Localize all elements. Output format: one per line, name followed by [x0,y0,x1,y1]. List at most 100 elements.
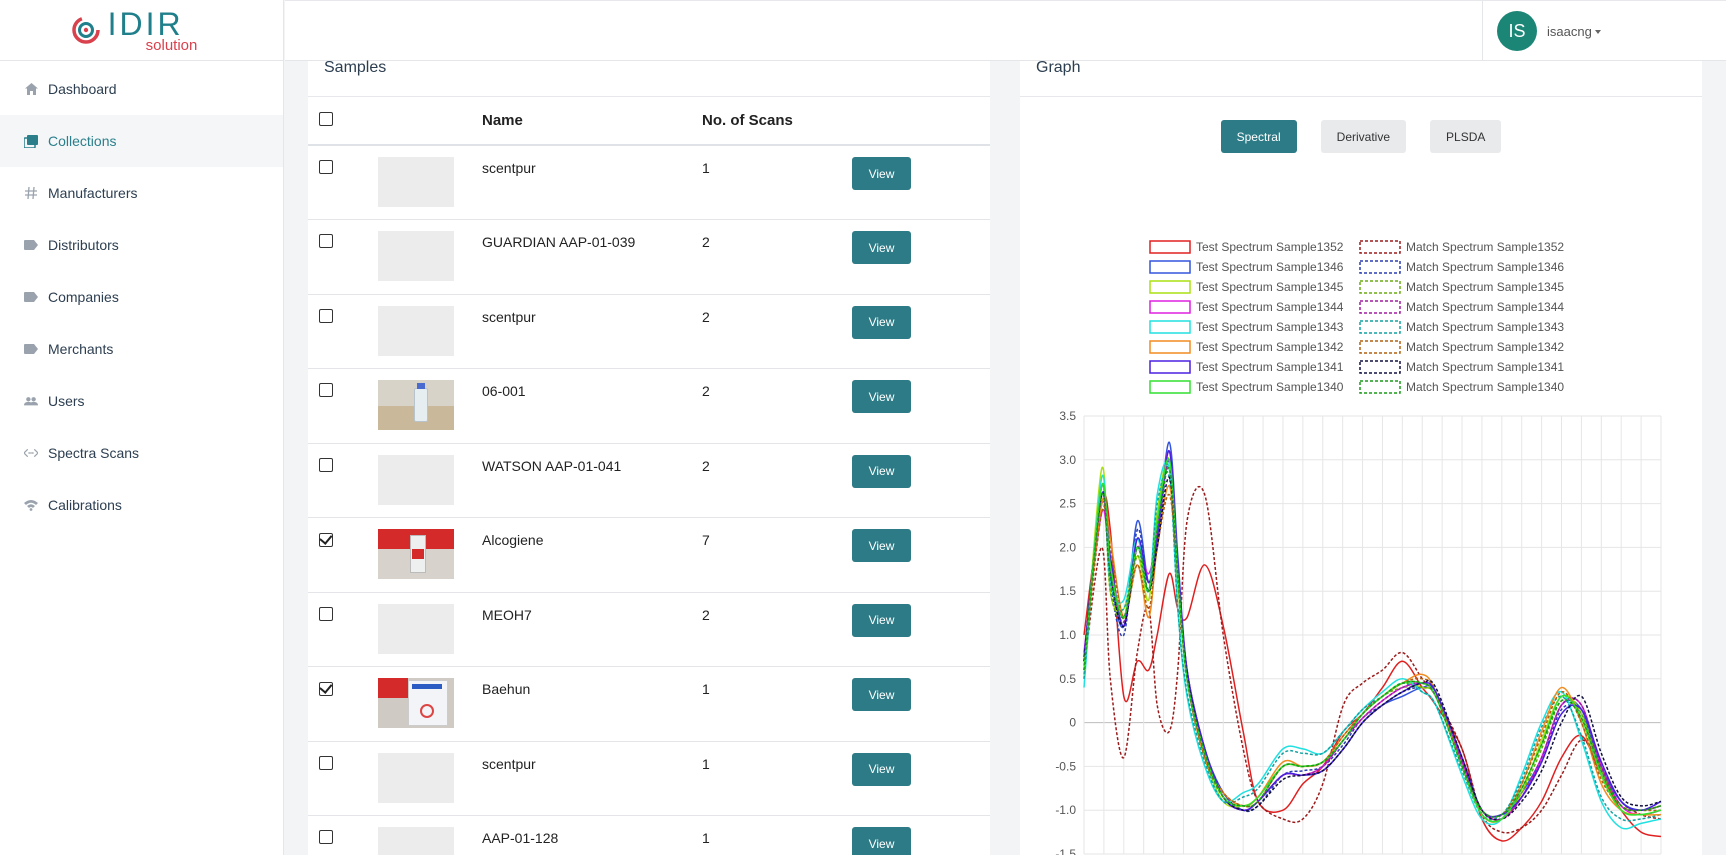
legend-swatch [1359,280,1401,294]
table-row: Alcogiene 7 View [308,518,990,592]
sample-name: Alcogiene [482,532,544,548]
sidebar-item-spectra-scans[interactable]: Spectra Scans [0,427,283,479]
brand-logo[interactable]: IDIR solution [0,0,283,61]
row-checkbox[interactable] [319,755,333,770]
sidebar-item-users[interactable]: Users [0,375,283,427]
sample-scan-count: 1 [702,830,710,846]
sample-thumbnail [378,603,454,654]
y-tick-label: 3.5 [1059,409,1076,423]
legend-label: Test Spectrum Sample1344 [1196,300,1344,314]
view-button[interactable]: View [852,380,911,413]
row-checkbox[interactable] [319,308,333,323]
avatar[interactable]: IS [1497,11,1537,51]
sidebar-item-label: Calibrations [48,497,122,513]
legend-label: Match Spectrum Sample1352 [1406,240,1564,254]
legend-label: Test Spectrum Sample1340 [1196,380,1344,394]
legend-swatch [1149,340,1191,354]
sidebar-nav: Dashboard Collections Manufacturers Distrib… [0,61,283,531]
legend-swatch [1149,260,1191,274]
caret-down-icon [1594,30,1601,35]
table-row: WATSON AAP-01-041 2 View [308,443,990,518]
y-tick-label: 2.5 [1059,497,1076,511]
legend-swatch [1359,320,1401,334]
sample-name: GUARDIAN AAP-01-039 [482,234,636,250]
view-button[interactable]: View [852,603,911,637]
series-line [1083,457,1662,823]
sidebar-item-calibrations[interactable]: Calibrations [0,479,283,531]
username[interactable]: isaacng [1547,24,1601,39]
row-checkbox[interactable] [319,383,333,397]
row-checkbox[interactable] [319,160,333,174]
sidebar-item-label: Dashboard [48,81,117,97]
table-row: Baehun 1 View [308,667,990,741]
y-tick-label: 2.0 [1059,540,1076,554]
sample-scan-count: 7 [702,532,710,548]
legend-label: Match Spectrum Sample1344 [1406,300,1564,314]
tag-icon [24,342,38,356]
table-row: GUARDIAN AAP-01-039 2 View [308,220,990,294]
row-checkbox[interactable] [319,234,333,248]
view-button[interactable]: View [852,827,911,855]
tab-derivative[interactable]: Derivative [1320,120,1407,153]
sample-thumbnail [378,752,454,803]
sidebar-item-collections[interactable]: Collections [0,115,283,167]
view-button[interactable]: View [852,529,911,562]
table-row: 06-001 2 View [308,369,990,443]
row-checkbox[interactable] [319,457,333,472]
sample-thumbnail [378,827,454,855]
table-row: scentpur 2 View [308,294,990,369]
row-checkbox[interactable] [319,532,333,547]
legend-swatch [1149,320,1191,334]
user-menu[interactable]: IS isaacng [1482,1,1726,61]
legend-label: Match Spectrum Sample1342 [1406,340,1564,354]
samples-card: Samples Name No. of Scans scentpur 1 View G… [308,60,990,855]
row-checkbox[interactable] [319,681,333,696]
view-button[interactable]: View [852,157,911,190]
view-button[interactable]: View [852,454,911,488]
legend-label: Test Spectrum Sample1345 [1196,280,1344,294]
sidebar-item-distributors[interactable]: Distributors [0,219,283,271]
spectra-chart: Test Spectrum Sample1352 Match Spectrum S… [1055,240,1662,855]
select-all-checkbox[interactable] [319,111,333,126]
legend-label: Match Spectrum Sample1343 [1406,320,1564,334]
series-line [1083,458,1662,823]
sidebar-item-manufacturers[interactable]: Manufacturers [0,167,283,219]
legend-swatch [1149,300,1191,314]
sample-scan-count: 1 [702,681,710,697]
table-header-row: Name No. of Scans [308,97,990,145]
tab-spectral[interactable]: Spectral [1220,120,1297,153]
view-button[interactable]: View [852,305,911,339]
view-button[interactable]: View [852,678,911,711]
row-checkbox[interactable] [319,606,333,621]
sample-thumbnail [378,678,454,728]
view-button[interactable]: View [852,752,911,786]
legend-label: Test Spectrum Sample1346 [1196,260,1344,274]
legend-swatch [1359,300,1401,314]
series-line [1083,476,1662,821]
y-tick-label: -1.5 [1055,847,1076,855]
sidebar-item-dashboard[interactable]: Dashboard [0,63,283,115]
tag-icon [24,238,38,252]
code-icon [24,446,38,460]
view-button[interactable]: View [852,231,911,264]
y-tick-label: 0 [1069,716,1076,730]
sample-name: scentpur [482,755,536,772]
scans-header: No. of Scans [702,112,793,129]
y-tick-label: 1.0 [1059,628,1076,642]
series-line [1083,459,1662,821]
sample-thumbnail [378,454,454,505]
logo-mark-icon [71,16,100,44]
table-row: AAP-01-128 1 View [308,816,990,855]
brand-name: IDIR [107,5,184,42]
series-line [1083,450,1662,818]
sample-scan-count: 2 [702,383,710,399]
sample-scan-count: 2 [702,234,710,250]
legend-swatch [1359,260,1401,274]
graph-card: Graph Spectral Derivative PLSDA Test Spect… [1020,60,1702,855]
sidebar-item-merchants[interactable]: Merchants [0,323,283,375]
legend-swatch [1359,360,1401,374]
tab-plsda[interactable]: PLSDA [1430,120,1502,153]
legend-swatch [1359,380,1401,394]
sidebar-item-companies[interactable]: Companies [0,271,283,323]
row-checkbox[interactable] [319,830,333,844]
